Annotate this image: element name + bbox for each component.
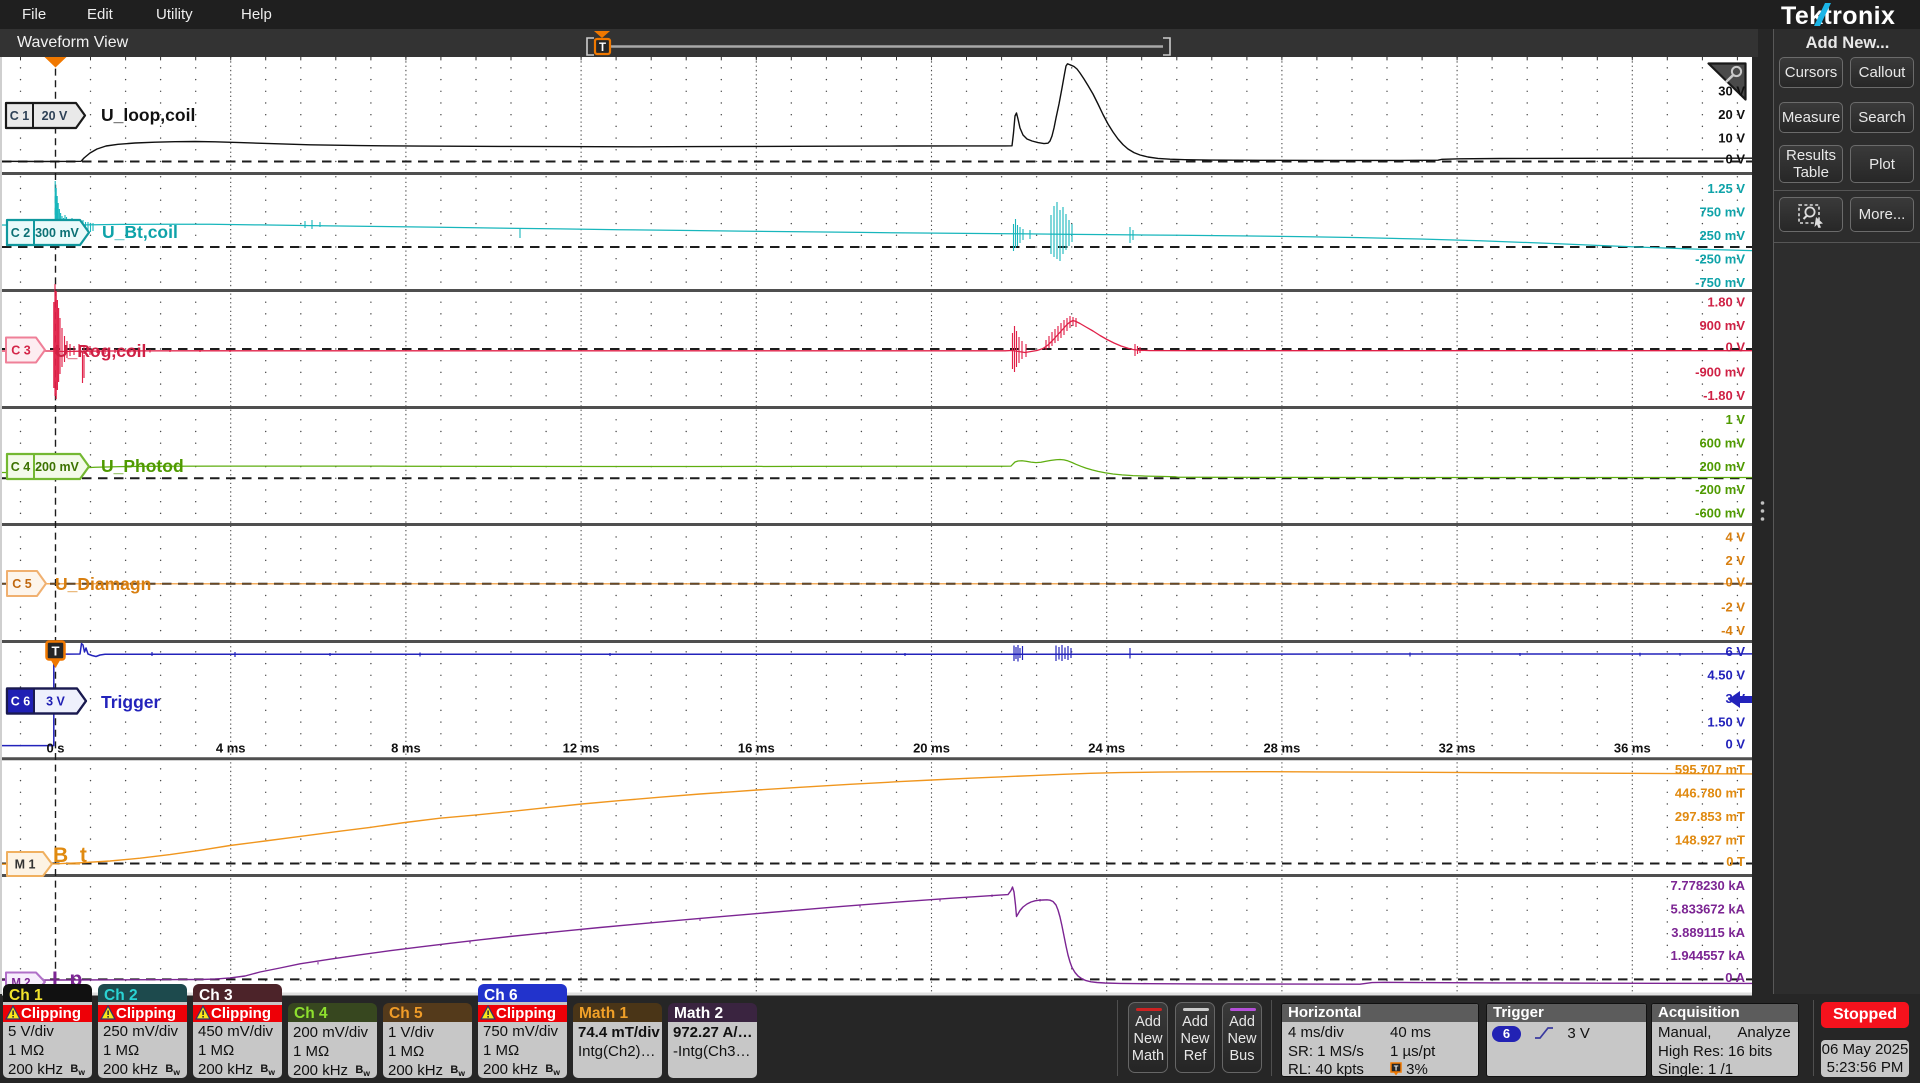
svg-text:-4 V: -4 V: [1721, 623, 1745, 638]
svg-text:0 V: 0 V: [1725, 736, 1745, 751]
svg-text:5.833672 kA: 5.833672 kA: [1671, 901, 1746, 916]
svg-text:297.853 mT: 297.853 mT: [1675, 809, 1745, 824]
svg-text:28 ms: 28 ms: [1263, 741, 1300, 756]
svg-text:20 V: 20 V: [42, 109, 68, 123]
svg-text:300 mV: 300 mV: [35, 226, 79, 240]
svg-text:C 3: C 3: [11, 344, 31, 358]
svg-text:U_Bt,coil: U_Bt,coil: [102, 222, 178, 242]
svg-text:750 mV: 750 mV: [1699, 205, 1745, 220]
svg-text:C 1: C 1: [10, 109, 30, 123]
svg-text:36 ms: 36 ms: [1614, 741, 1651, 756]
svg-text:U_loop,coil: U_loop,coil: [101, 105, 195, 125]
svg-text:0 V: 0 V: [1725, 574, 1745, 589]
svg-text:-600 mV: -600 mV: [1695, 506, 1745, 521]
svg-text:200 mV: 200 mV: [1699, 459, 1745, 474]
svg-text:20 V: 20 V: [1718, 107, 1745, 122]
svg-text:C 6: C 6: [11, 695, 31, 709]
svg-text:600 mV: 600 mV: [1699, 435, 1745, 450]
svg-text:250 mV: 250 mV: [1699, 228, 1745, 243]
svg-text:C 4: C 4: [11, 460, 31, 474]
svg-text:-250 mV: -250 mV: [1695, 251, 1745, 266]
svg-text:30 V: 30 V: [1718, 84, 1745, 99]
svg-text:1.80 V: 1.80 V: [1707, 294, 1745, 309]
svg-text:0 V: 0 V: [1725, 152, 1745, 167]
svg-text:20 ms: 20 ms: [913, 741, 950, 756]
svg-text:10 V: 10 V: [1718, 130, 1745, 145]
svg-text:200 mV: 200 mV: [35, 460, 79, 474]
svg-text:-750 mV: -750 mV: [1695, 275, 1745, 290]
svg-text:7.778230 kA: 7.778230 kA: [1671, 878, 1746, 893]
svg-text:0 s: 0 s: [46, 741, 64, 756]
svg-text:24 ms: 24 ms: [1088, 741, 1125, 756]
svg-text:6 V: 6 V: [1725, 644, 1745, 659]
svg-text:U_Rog,coil: U_Rog,coil: [55, 341, 146, 361]
svg-text:C 5: C 5: [12, 577, 32, 591]
svg-text:-200 mV: -200 mV: [1695, 482, 1745, 497]
svg-text:T: T: [599, 42, 606, 54]
svg-text:C 2: C 2: [11, 226, 31, 240]
svg-text:Trigger: Trigger: [101, 692, 161, 712]
svg-text:-1.80 V: -1.80 V: [1703, 388, 1745, 403]
svg-text:32 ms: 32 ms: [1439, 741, 1476, 756]
svg-text:T: T: [1394, 1064, 1399, 1073]
svg-text:12 ms: 12 ms: [563, 741, 600, 756]
svg-text:0 A: 0 A: [1725, 970, 1745, 985]
svg-text:4.50 V: 4.50 V: [1707, 668, 1745, 683]
svg-text:-900 mV: -900 mV: [1695, 365, 1745, 380]
svg-text:M 1: M 1: [15, 858, 36, 872]
svg-text:2 V: 2 V: [1725, 553, 1745, 568]
svg-text:3 V: 3 V: [46, 695, 65, 709]
svg-text:0 T: 0 T: [1726, 854, 1745, 869]
svg-text:148.927 mT: 148.927 mT: [1675, 832, 1745, 847]
svg-text:1 V: 1 V: [1725, 412, 1745, 427]
svg-text:U_Diamagn: U_Diamagn: [55, 574, 151, 594]
svg-text:4 ms: 4 ms: [216, 741, 246, 756]
svg-text:900 mV: 900 mV: [1699, 318, 1745, 333]
svg-text:1.50 V: 1.50 V: [1707, 714, 1745, 729]
svg-text:U_Photod: U_Photod: [101, 456, 184, 476]
svg-text:0 V: 0 V: [1725, 339, 1745, 354]
svg-text:T: T: [52, 644, 60, 659]
svg-text:4 V: 4 V: [1725, 529, 1745, 544]
svg-text:1.944557 kA: 1.944557 kA: [1671, 948, 1746, 963]
svg-text:8 ms: 8 ms: [391, 741, 421, 756]
svg-text:-2 V: -2 V: [1721, 600, 1745, 615]
svg-text:1.25 V: 1.25 V: [1707, 181, 1745, 196]
svg-text:3.889115 kA: 3.889115 kA: [1671, 925, 1745, 940]
svg-text:446.780 mT: 446.780 mT: [1675, 786, 1745, 801]
svg-text:595.707 mT: 595.707 mT: [1675, 762, 1745, 777]
svg-text:B_t: B_t: [53, 844, 87, 867]
svg-text:16 ms: 16 ms: [738, 741, 775, 756]
svg-text:3 V: 3 V: [1725, 691, 1745, 706]
